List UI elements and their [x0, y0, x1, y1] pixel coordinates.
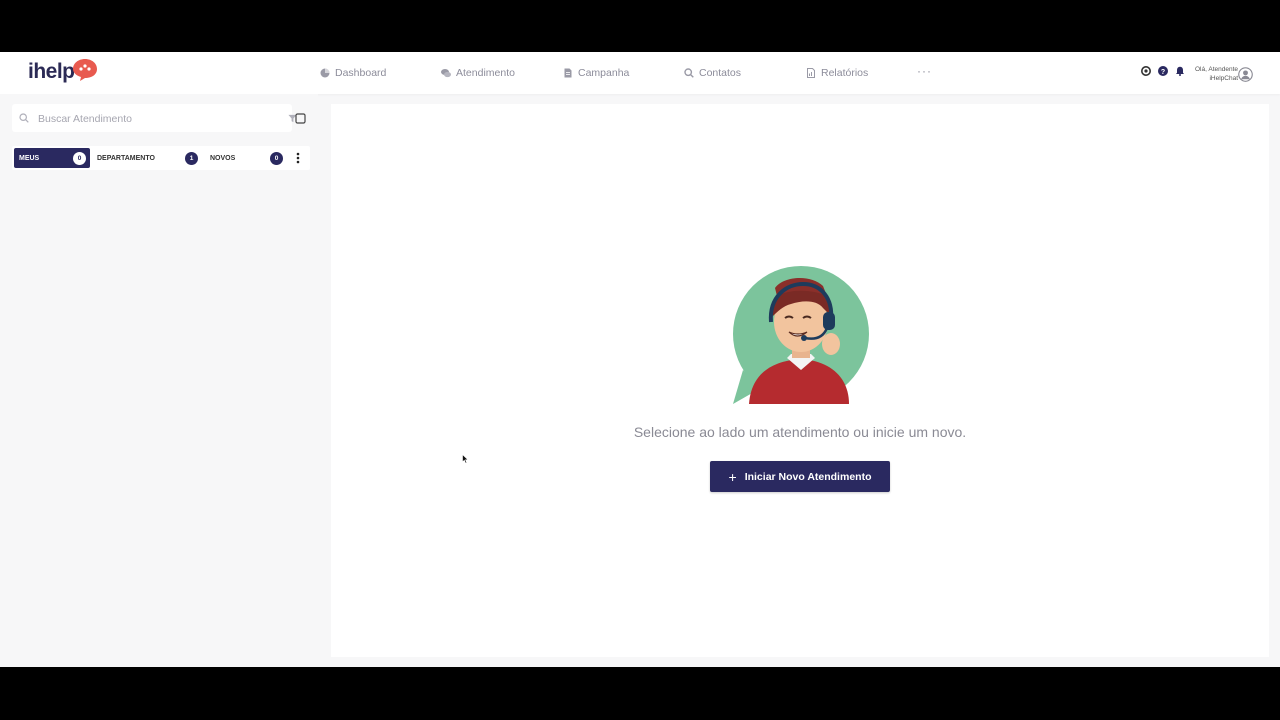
support-icon[interactable]: [1141, 66, 1151, 76]
nav-relatorios[interactable]: Relatórios: [806, 65, 868, 81]
tab-meus[interactable]: MEUS 0: [14, 148, 90, 168]
svg-text:?: ?: [1161, 69, 1165, 76]
nav-dashboard-label: Dashboard: [335, 67, 387, 79]
conversation-tabs: MEUS 0 DEPARTAMENTO 1 NOVOS 0: [12, 146, 310, 170]
checkbox-icon[interactable]: [295, 113, 306, 124]
sidebar: MEUS 0 DEPARTAMENTO 1 NOVOS 0: [0, 94, 318, 667]
user-info[interactable]: Olá, Atendente iHelpChat: [1192, 65, 1238, 83]
nav-campanha[interactable]: Campanha: [563, 65, 629, 81]
tab-departamento-count: 1: [185, 151, 198, 165]
logo-text: ihelp: [28, 60, 75, 83]
ihelp-logo[interactable]: ihelp: [28, 57, 97, 87]
nav-contatos[interactable]: Contatos: [684, 65, 741, 81]
help-icon[interactable]: ?: [1158, 66, 1168, 76]
tab-novos-label: NOVOS: [210, 154, 236, 162]
user-company: iHelpChat: [1209, 75, 1238, 82]
nav-dashboard[interactable]: Dashboard: [320, 65, 386, 81]
tab-novos-count: 0: [270, 151, 283, 165]
nav-relatorios-label: Relatórios: [821, 67, 869, 79]
tab-meus-count: 0: [73, 151, 86, 165]
main-panel: Selecione ao lado um atendimento ou inic…: [331, 104, 1269, 657]
report-icon: [807, 68, 815, 78]
empty-state-message: Selecione ao lado um atendimento ou inic…: [633, 424, 967, 440]
top-navigation-bar: ihelp Dashboard Atendimento Campanha Con…: [0, 52, 1280, 94]
avatar-icon[interactable]: [1238, 67, 1253, 82]
dashboard-icon: [320, 68, 330, 78]
nav-atendimento-label: Atendimento: [456, 67, 515, 79]
tab-meus-label: MEUS: [19, 154, 40, 162]
bell-icon[interactable]: [1175, 66, 1185, 76]
search-icon: [19, 113, 29, 123]
nav-contatos-label: Contatos: [699, 67, 742, 79]
document-icon: [564, 68, 572, 78]
app-window: ihelp Dashboard Atendimento Campanha Con…: [0, 52, 1280, 667]
kebab-menu-icon[interactable]: [296, 152, 300, 164]
nav-atendimento[interactable]: Atendimento: [441, 65, 515, 81]
plus-icon: +: [728, 468, 737, 485]
chat-bubbles-icon: [441, 69, 451, 78]
tab-novos[interactable]: NOVOS 0: [205, 148, 287, 168]
logo-chat-bubble-icon: [73, 59, 97, 81]
start-new-conversation-label: Iniciar Novo Atendimento: [744, 470, 872, 483]
search-box: [12, 104, 297, 132]
user-greeting: Olá, Atendente: [1194, 66, 1238, 73]
start-new-conversation-button[interactable]: + Iniciar Novo Atendimento: [710, 461, 890, 492]
support-agent-illustration: [733, 266, 869, 404]
nav-campanha-label: Campanha: [578, 67, 630, 79]
nav-more-menu[interactable]: ···: [917, 64, 932, 78]
search-input[interactable]: [36, 109, 270, 129]
tab-departamento-label: DEPARTAMENTO: [97, 154, 155, 162]
search-icon: [684, 68, 694, 78]
mouse-cursor-icon: [462, 454, 469, 464]
tab-departamento[interactable]: DEPARTAMENTO 1: [92, 148, 202, 168]
